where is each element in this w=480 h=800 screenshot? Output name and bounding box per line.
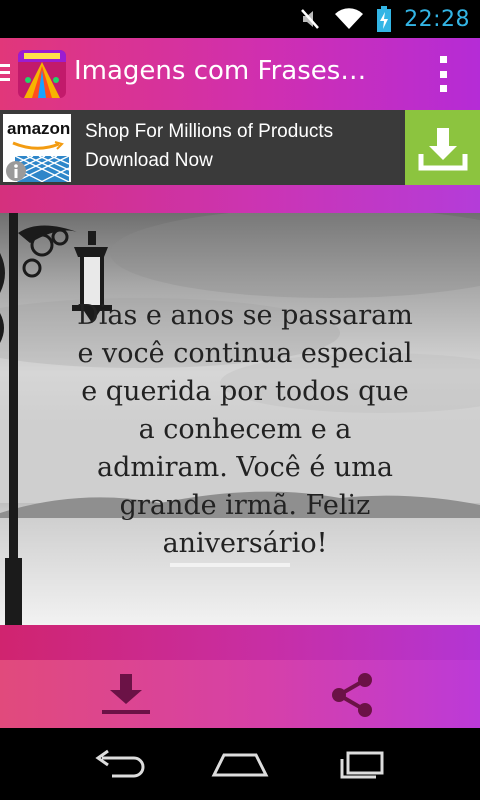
top-divider xyxy=(0,185,480,213)
amazon-logo-text: amazon xyxy=(7,119,71,138)
recent-apps-icon xyxy=(340,751,384,779)
battery-charging-icon xyxy=(377,6,392,32)
back-icon xyxy=(95,749,145,778)
download-icon xyxy=(418,127,467,170)
share-icon xyxy=(332,673,372,717)
status-icons: 22:28 xyxy=(300,0,470,38)
ad-banner[interactable]: amazon Shop For Millions of Products Dow… xyxy=(0,110,480,185)
back-button[interactable] xyxy=(90,746,150,782)
recent-apps-button[interactable] xyxy=(332,746,392,782)
home-button[interactable] xyxy=(210,746,270,782)
app-title: Imagens com Frases… xyxy=(74,56,367,86)
ad-download-button[interactable] xyxy=(405,110,480,185)
ad-subline[interactable]: Download Now xyxy=(85,150,213,172)
info-icon[interactable] xyxy=(5,160,27,182)
drawer-icon[interactable] xyxy=(0,64,10,84)
download-button[interactable] xyxy=(96,670,156,720)
app-logo[interactable] xyxy=(18,50,66,98)
quote-text: Dias e anos se passaram e você continua … xyxy=(77,300,413,559)
action-bar xyxy=(0,660,480,728)
amazon-logo[interactable]: amazon xyxy=(3,114,71,182)
home-icon xyxy=(211,753,269,777)
status-bar: 22:28 xyxy=(0,0,480,38)
ad-headline[interactable]: Shop For Millions of Products xyxy=(85,121,333,143)
navigation-bar xyxy=(0,728,480,800)
quote-image: Dias e anos se passaram e você continua … xyxy=(0,213,480,625)
wifi-icon xyxy=(335,8,364,30)
download-icon xyxy=(102,674,150,714)
mute-icon xyxy=(301,9,320,29)
bottom-divider xyxy=(0,625,480,660)
overflow-menu-icon[interactable] xyxy=(436,56,450,92)
share-button[interactable] xyxy=(322,670,382,720)
app-bar: Imagens com Frases… xyxy=(0,38,480,110)
clock: 22:28 xyxy=(404,6,470,32)
